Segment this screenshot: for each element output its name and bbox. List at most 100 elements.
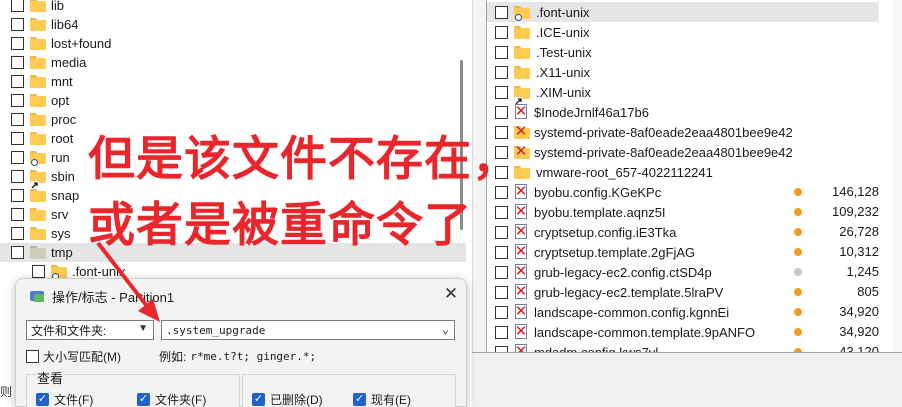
tree-item-label: mnt [51, 74, 73, 89]
chevron-down-icon[interactable]: ⌄ [442, 322, 449, 336]
annotation-line-2: 或者是被重命令了 [88, 198, 472, 253]
file-name: .Test-unix [536, 44, 592, 60]
file-row[interactable]: vmware-root_657-4022112241 [487, 162, 879, 182]
folder-icon [30, 208, 46, 221]
folder-icon [514, 45, 530, 59]
file-size: 146,128 [832, 184, 879, 199]
folder-icon [30, 37, 46, 50]
file-row[interactable]: ✕ $InodeJrnlf46a17b6 [487, 102, 879, 122]
tree-item-label: snap [51, 188, 80, 203]
file-list: .font-unix .ICE-unix .Test-unix .X11-unix .X… [487, 0, 902, 352]
tree-item-label: proc [51, 112, 77, 127]
file-size: 805 [857, 284, 879, 299]
file-list-scrollbar[interactable] [893, 0, 902, 352]
file-row-checkbox[interactable] [495, 305, 508, 319]
tree-item-label: lib64 [51, 17, 79, 32]
tree-item-checkbox[interactable] [32, 265, 45, 278]
file-row-checkbox[interactable] [495, 225, 508, 239]
tree-item-checkbox[interactable] [11, 189, 24, 202]
tree-item-checkbox[interactable] [11, 113, 24, 126]
file-row[interactable]: ✕ landscape-common.template.9pANFO 34,920 [487, 322, 879, 342]
file-row[interactable]: ✕ byobu.config.KGeKPc 146,128 [487, 182, 879, 202]
file-size: 109,232 [832, 204, 879, 219]
file-row-checkbox[interactable] [495, 265, 508, 279]
status-dot [794, 248, 802, 256]
tree-item-checkbox[interactable] [11, 37, 24, 50]
case-match-checkbox[interactable] [26, 349, 39, 363]
tree-item[interactable]: media [0, 53, 466, 72]
folders-checkbox[interactable]: ✓ 文件夹(F) [137, 391, 206, 407]
folder-icon [30, 0, 46, 12]
deleted-file-icon: ✕ [514, 283, 528, 300]
tree-item-checkbox[interactable] [11, 0, 24, 12]
file-row[interactable]: ✕ byobu.template.aqnz5I 109,232 [487, 202, 879, 222]
file-row[interactable]: ✕ landscape-common.config.kgnnEi 34,920 [487, 302, 879, 322]
status-dot [794, 288, 802, 296]
tree-item-checkbox[interactable] [11, 56, 24, 69]
file-row-checkbox[interactable] [495, 105, 508, 119]
file-row[interactable]: ✕ grub-legacy-ec2.template.5lraPV 805 [487, 282, 879, 302]
file-size: 26,728 [839, 224, 879, 239]
deleted-file-icon: ✕ [514, 223, 528, 240]
tree-item-checkbox[interactable] [11, 246, 24, 259]
filter-input[interactable]: .system_upgrade ⌄ [161, 320, 455, 340]
file-row[interactable]: .font-unix [487, 2, 879, 22]
file-row-checkbox[interactable] [495, 45, 508, 59]
file-row[interactable]: ✕ systemd-private-8af0eade2eaa4801bee9e42 [487, 142, 879, 162]
file-name: grub-legacy-ec2.template.5lraPV [534, 284, 724, 300]
tree-item-checkbox[interactable] [11, 132, 24, 145]
existing-checkbox[interactable]: ✓ 现有(E) [353, 391, 411, 407]
file-row[interactable]: ✕ systemd-private-8af0eade2eaa4801bee9e42 [487, 122, 879, 142]
file-row[interactable]: .X11-unix [487, 62, 879, 82]
file-row-checkbox[interactable] [495, 25, 508, 39]
file-row[interactable]: ✕ cryptsetup.config.iE3Tka 26,728 [487, 222, 879, 242]
chevron-down-icon: ▼ [138, 323, 148, 334]
tree-item-checkbox[interactable] [11, 18, 24, 31]
folder-icon [30, 94, 46, 107]
file-row-checkbox[interactable] [495, 65, 508, 79]
checkmark-icon: ✓ [252, 393, 265, 406]
file-row[interactable]: .ICE-unix [487, 22, 879, 42]
scope-select[interactable]: 文件和文件夹: ▼ [26, 320, 154, 340]
tree-item[interactable]: lib [0, 0, 466, 15]
tree-item[interactable]: opt [0, 91, 466, 110]
mounted-folder-icon [514, 5, 530, 21]
file-name: landscape-common.template.9pANFO [534, 324, 756, 340]
status-dot [794, 308, 802, 316]
tree-item-checkbox[interactable] [11, 170, 24, 183]
deleted-file-icon: ✕ [514, 344, 528, 352]
tree-item-label: media [51, 55, 87, 70]
case-match-option[interactable]: 大小写匹配(M) [26, 348, 121, 364]
file-name: byobu.template.aqnz5I [534, 204, 666, 220]
tree-item-label: sbin [51, 169, 75, 184]
tree-item-label: run [51, 150, 70, 165]
close-icon[interactable]: ✕ [441, 284, 461, 304]
file-row[interactable]: ✕ grub-legacy-ec2.config.ctSD4p 1,245 [487, 262, 879, 282]
file-row-checkbox[interactable] [495, 5, 508, 19]
files-checkbox[interactable]: ✓ 文件(F) [36, 391, 93, 407]
tree-item-checkbox[interactable] [11, 94, 24, 107]
pane-splitter[interactable] [472, 0, 486, 407]
file-row[interactable]: ✕ cryptsetup.template.2gFjAG 10,312 [487, 242, 879, 262]
file-row-checkbox[interactable] [495, 205, 508, 219]
file-row-checkbox[interactable] [495, 85, 508, 99]
view-group-label: 查看 [36, 368, 65, 387]
tree-item-checkbox[interactable] [11, 227, 24, 240]
file-row-checkbox[interactable] [495, 245, 508, 259]
app-window: lib lib64 lost+found media mnt opt proc root run… [0, 0, 902, 407]
tree-item[interactable]: lib64 [0, 15, 466, 34]
folders-checkbox-label: 文件夹(F) [155, 393, 207, 407]
linked-folder-icon [514, 85, 530, 105]
tree-item-checkbox[interactable] [11, 208, 24, 221]
status-dot [794, 328, 802, 336]
tree-item[interactable]: lost+found [0, 34, 466, 53]
file-row[interactable]: .XIM-unix [487, 82, 879, 105]
file-row-checkbox[interactable] [495, 285, 508, 299]
file-row[interactable]: .Test-unix [487, 42, 879, 62]
file-row[interactable]: ✕ mdadm.config.kws7vl 43,120 [487, 342, 879, 352]
tree-item-checkbox[interactable] [11, 75, 24, 88]
tree-item[interactable]: mnt [0, 72, 466, 91]
file-row-checkbox[interactable] [495, 325, 508, 339]
tree-item-checkbox[interactable] [11, 151, 24, 164]
deleted-checkbox[interactable]: ✓ 已删除(D) [252, 391, 323, 407]
